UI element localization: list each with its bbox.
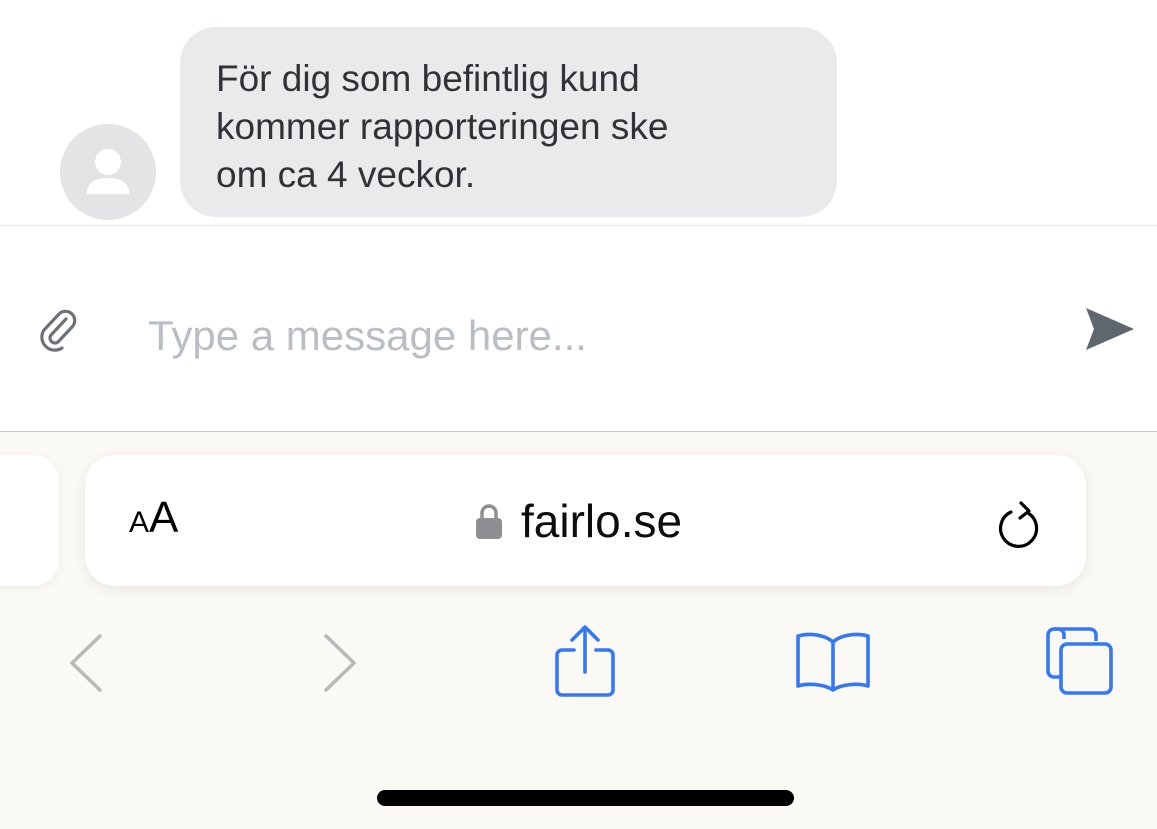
bookmarks-book-icon — [796, 632, 870, 692]
tabs-button[interactable] — [1042, 627, 1116, 697]
share-icon — [555, 625, 615, 697]
chat-area: För dig som befintlig kund kommer rappor… — [0, 0, 1157, 226]
message-input[interactable] — [140, 306, 1056, 366]
text-size-small-label: A — [129, 506, 150, 539]
message-bubble: För dig som befintlig kund kommer rappor… — [180, 27, 837, 217]
address-bar[interactable]: AA fairlo.se — [85, 455, 1086, 586]
avatar — [60, 124, 156, 220]
lock-icon — [476, 504, 502, 539]
tabs-icon — [1046, 627, 1113, 695]
text-size-button[interactable]: AA — [129, 493, 199, 549]
url-display[interactable]: fairlo.se — [475, 491, 682, 551]
text-size-large-label: A — [149, 493, 179, 542]
back-chevron-icon — [70, 634, 102, 692]
home-indicator[interactable] — [377, 790, 794, 806]
send-button[interactable] — [1084, 304, 1136, 354]
reload-button[interactable] — [995, 489, 1047, 549]
message-composer — [0, 226, 1157, 431]
paperclip-icon — [40, 309, 77, 352]
user-silhouette-icon — [87, 149, 129, 194]
reload-icon — [998, 501, 1039, 548]
paper-plane-send-icon — [1086, 308, 1134, 350]
previous-tab-address-bar[interactable] — [0, 455, 59, 586]
page: För dig som befintlig kund kommer rappor… — [0, 0, 1157, 829]
forward-button[interactable] — [320, 632, 360, 694]
bookmarks-button[interactable] — [794, 630, 872, 694]
browser-toolbar: AA fairlo.se — [0, 432, 1157, 829]
forward-chevron-icon — [324, 634, 356, 692]
back-button[interactable] — [66, 632, 106, 694]
url-text: fairlo.se — [521, 495, 683, 547]
share-button[interactable] — [552, 624, 618, 698]
attach-button[interactable] — [36, 308, 82, 354]
message-text: För dig som befintlig kund kommer rappor… — [216, 58, 669, 195]
